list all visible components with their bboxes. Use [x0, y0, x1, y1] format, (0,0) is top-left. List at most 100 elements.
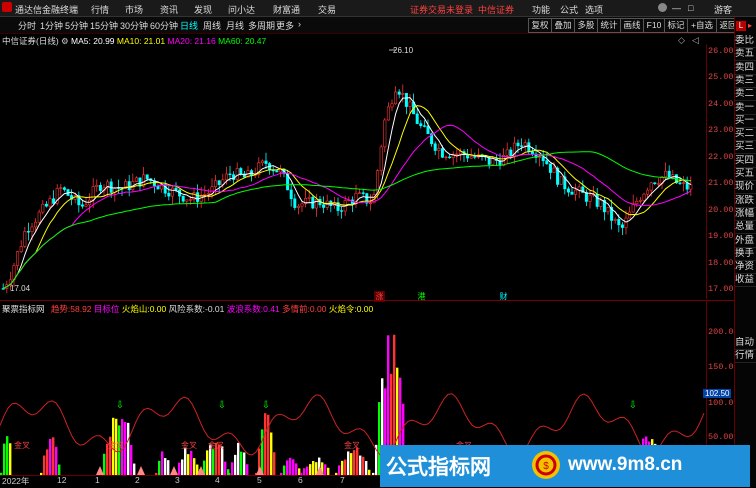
menu-trade[interactable]: 交易 [318, 3, 336, 16]
candle-body [174, 187, 178, 191]
watermark-text: 公式指标网 [386, 455, 491, 479]
side-panel-item[interactable]: 买二 [735, 128, 756, 142]
menu-formula[interactable]: 公式 [560, 3, 578, 16]
side-panel-item[interactable]: 卖四 [735, 62, 756, 75]
watermark-banner: 公式指标网 $ www.9m8.cn [380, 445, 750, 487]
candle-body [408, 101, 412, 107]
buy-signal-icon [170, 466, 178, 475]
side-auto-button[interactable]: 自动 [735, 337, 756, 350]
period-tab[interactable]: 周线 [203, 19, 221, 32]
candle-body [228, 173, 232, 176]
user-icon[interactable] [658, 3, 667, 12]
overlay-button[interactable]: 叠加 [551, 18, 575, 33]
rights-adjust-button[interactable]: 复权 [528, 18, 552, 33]
side-panel-item[interactable]: 总量 [735, 221, 756, 235]
period-tab[interactable]: 60分钟 [150, 19, 178, 32]
side-panel-item[interactable]: 外盘 [735, 235, 756, 248]
side-panel-item[interactable]: 买五 [735, 168, 756, 181]
app-logo-icon [2, 2, 12, 12]
menu-ask[interactable]: 问小达 [228, 3, 255, 16]
indicator-bar [273, 452, 276, 475]
indicator-bar [178, 462, 181, 475]
candle-body [664, 170, 668, 178]
side-panel-item[interactable]: 买一 [735, 115, 756, 128]
broker-name[interactable]: 中信证券 [478, 3, 514, 16]
side-panel-item[interactable]: 卖五 [735, 48, 756, 62]
candle-body [520, 145, 524, 147]
candle-body [617, 219, 621, 226]
menu-discover[interactable]: 发现 [194, 3, 212, 16]
side-panel-item[interactable]: 买四 [735, 155, 756, 168]
side-panel-item[interactable]: 换手 [735, 248, 756, 261]
statistics-button[interactable]: 统计 [597, 18, 621, 33]
chevron-right-icon[interactable]: › [298, 19, 301, 29]
side-panel-item[interactable]: 现价 [735, 181, 756, 195]
side-panel-item[interactable]: 卖二 [735, 88, 756, 102]
period-tab[interactable]: 多周期 [248, 19, 275, 32]
indicator-bar [295, 463, 298, 475]
indicator-bar [46, 449, 49, 475]
maximize-icon[interactable]: □ [688, 3, 693, 13]
date-tick: 2 [135, 475, 140, 485]
candle-body [379, 146, 383, 171]
price-tick: 24.00 [708, 99, 734, 109]
side-panel-item[interactable]: 委比 [735, 35, 756, 48]
menu-function[interactable]: 功能 [532, 3, 550, 16]
multi-stock-button[interactable]: 多股 [574, 18, 598, 33]
indicator-bar [350, 453, 353, 475]
period-tab[interactable]: 月线 [226, 19, 244, 32]
date-tick: 3 [175, 475, 180, 485]
indicator-bar [161, 451, 164, 475]
candle-body [224, 173, 228, 181]
side-panel-item[interactable]: 净资 [735, 261, 756, 275]
indicator-bar [55, 446, 58, 475]
menu-news[interactable]: 资讯 [160, 3, 178, 16]
period-tab[interactable]: 30分钟 [120, 19, 148, 32]
menu-market[interactable]: 市场 [125, 3, 143, 16]
candle-body [196, 192, 200, 202]
menu-wealth[interactable]: 财富通 [273, 3, 300, 16]
guest-label[interactable]: 游客 [714, 3, 732, 16]
candle-body [584, 192, 588, 202]
period-tab[interactable]: 15分钟 [90, 19, 118, 32]
indicator-bar [237, 442, 240, 475]
mark-button[interactable]: 标记 [664, 18, 688, 33]
side-quote-button[interactable]: 行情 [735, 350, 756, 363]
watermark-url: www.9m8.cn [568, 454, 683, 475]
indicator-bar [193, 458, 196, 475]
price-tick: 22.00 [708, 152, 734, 162]
minimize-icon[interactable]: — [672, 3, 681, 13]
indicator-bar [164, 458, 167, 475]
candlestick-chart[interactable] [0, 44, 706, 299]
side-panel-item[interactable]: 卖三 [735, 75, 756, 88]
side-panel-item[interactable]: 收益 [735, 274, 756, 288]
trade-login-notice[interactable]: 证券交易未登录 [410, 3, 473, 16]
add-watchlist-button[interactable]: +自选 [687, 18, 717, 33]
f10-button[interactable]: F10 [643, 18, 665, 33]
expand-icon[interactable]: ▸ [748, 21, 752, 30]
side-panel-item[interactable]: 买三 [735, 141, 756, 155]
menu-options[interactable]: 选项 [585, 3, 603, 16]
indicator-bar [261, 429, 264, 475]
indicator-bar [289, 457, 292, 475]
candle-body [505, 149, 509, 156]
candle-body [599, 199, 603, 207]
candle-body [538, 156, 542, 158]
draw-line-button[interactable]: 画线 [620, 18, 644, 33]
candle-body [390, 103, 394, 108]
more-button[interactable]: 更多 [276, 19, 294, 32]
period-tab-active[interactable]: 日线 [180, 19, 198, 32]
candle-body [26, 231, 30, 233]
period-tab[interactable]: 5分钟 [65, 19, 88, 32]
candle-body [16, 251, 20, 266]
side-panel-item[interactable]: 涨幅 [735, 208, 756, 221]
date-tick: 1 [95, 475, 100, 485]
side-panel-item[interactable]: 卖一 [735, 102, 756, 115]
side-panel-item[interactable]: 涨跌 [735, 195, 756, 208]
period-tab[interactable]: 1分钟 [40, 19, 63, 32]
menu-quotes[interactable]: 行情 [91, 3, 109, 16]
down-arrow-icon: ⇩ [218, 400, 226, 411]
side-panel-tab[interactable]: L [736, 21, 746, 31]
period-tab[interactable]: 分时 [18, 19, 36, 32]
price-tick: 18.00 [708, 258, 734, 268]
